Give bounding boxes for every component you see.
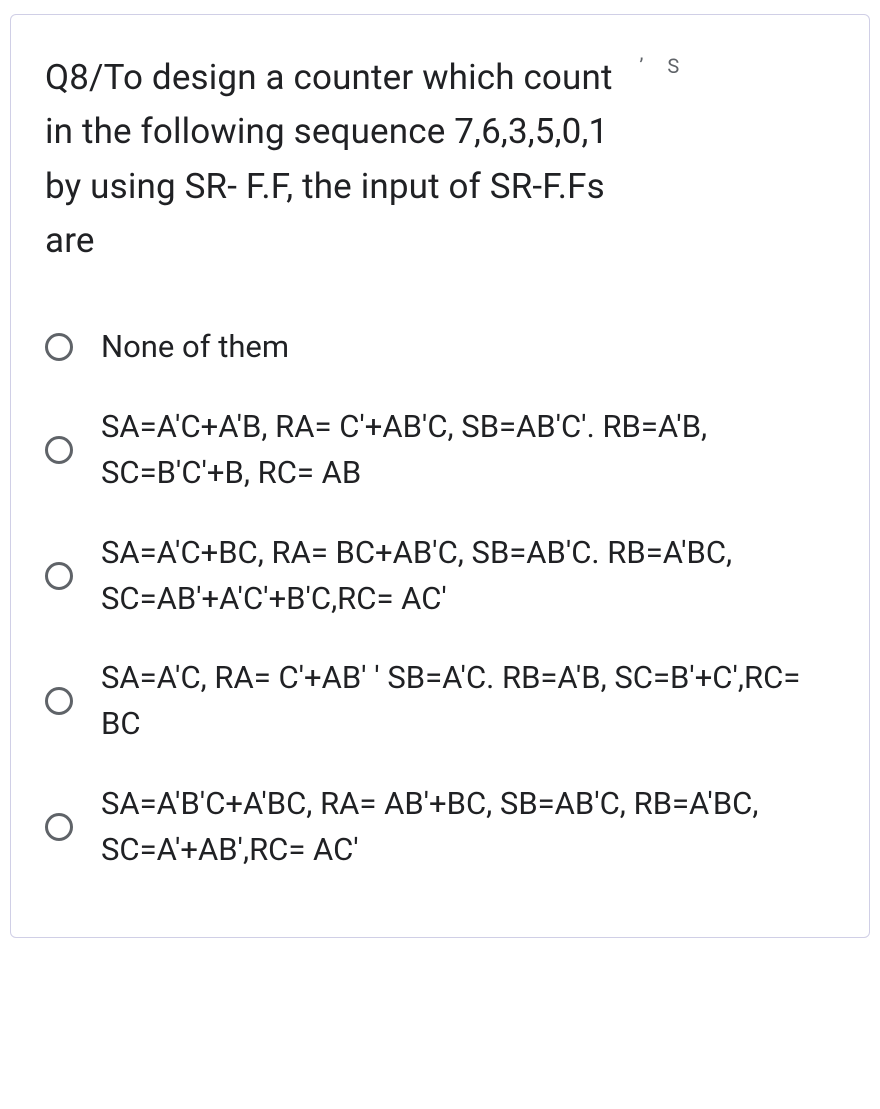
radio-icon[interactable] <box>45 333 73 361</box>
question-line-4: are <box>45 220 95 261</box>
option-text: SA=A'B'C+A'BC, RA= AB'+BC, SB=AB'C, RB=A… <box>101 781 835 873</box>
option-text: SA=A'C+A'B, RA= C'+AB'C, SB=AB'C'. RB=A'… <box>101 404 835 496</box>
radio-icon[interactable] <box>45 436 73 464</box>
option-text: None of them <box>101 324 289 370</box>
radio-icon[interactable] <box>45 687 73 715</box>
option-3[interactable]: SA=A'C+BC, RA= BC+AB'C, SB=AB'C. RB=A'BC… <box>45 530 835 622</box>
radio-icon[interactable] <box>45 813 73 841</box>
question-meta-1: ’ <box>639 51 649 82</box>
question-meta: ’ S <box>639 51 685 82</box>
question-meta-2: S <box>667 51 685 82</box>
question-line-1a: Q8/To design a counter which count <box>45 57 613 98</box>
question-text: Q8/To design a counter which count ’ S i… <box>45 51 835 268</box>
option-1[interactable]: None of them <box>45 324 835 370</box>
option-text: SA=A'C+BC, RA= BC+AB'C, SB=AB'C. RB=A'BC… <box>101 530 835 622</box>
radio-icon[interactable] <box>45 562 73 590</box>
option-4[interactable]: SA=A'C, RA= C'+AB' ' SB=A'C. RB=A'B, SC=… <box>45 655 835 747</box>
question-line-2: in the following sequence 7,6,3,5,0,1 <box>45 111 608 152</box>
question-card: Q8/To design a counter which count ’ S i… <box>10 14 870 938</box>
option-5[interactable]: SA=A'B'C+A'BC, RA= AB'+BC, SB=AB'C, RB=A… <box>45 781 835 873</box>
answer-list: None of them SA=A'C+A'B, RA= C'+AB'C, SB… <box>45 324 835 873</box>
option-text: SA=A'C, RA= C'+AB' ' SB=A'C. RB=A'B, SC=… <box>101 655 835 747</box>
option-2[interactable]: SA=A'C+A'B, RA= C'+AB'C, SB=AB'C'. RB=A'… <box>45 404 835 496</box>
question-line-3: by using SR- F.F, the input of SR-F.Fs <box>45 166 605 207</box>
